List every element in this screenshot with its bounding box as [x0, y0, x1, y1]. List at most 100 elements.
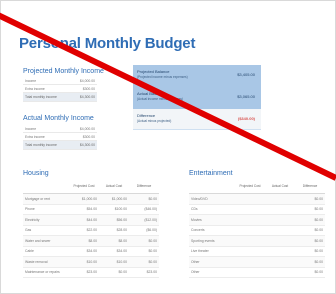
row-value: $1,000.00: [69, 193, 99, 205]
actual-income-heading: Actual Monthly Income: [23, 115, 94, 122]
row-label: CDs: [189, 204, 235, 215]
row-value: $4,000.00: [71, 125, 97, 134]
row-label: Water and sewer: [23, 235, 69, 247]
row-label: Electricity: [23, 214, 69, 226]
row-value: [235, 267, 265, 278]
table-row: Live theater $0.00: [189, 246, 325, 257]
row-value: ($12.00): [129, 214, 159, 226]
row-label: Maintenance or repairs: [23, 267, 69, 278]
actual-income-table: Income $4,000.00 Extra income $300.00 To…: [23, 125, 97, 150]
table-row: Income $4,000.00: [23, 125, 97, 134]
row-label: Gas: [23, 225, 69, 236]
row-value: $300.00: [71, 84, 97, 94]
row-value: ($46.00): [129, 204, 159, 215]
row-value: [235, 246, 265, 257]
entertainment-rows: Video/DVD $0.00 CDs $0.00 Movies $0.00 Concert…: [189, 193, 325, 278]
row-label: Other: [189, 256, 235, 268]
table-header-row: Projected Cost Actual Cost Difference: [189, 179, 325, 194]
row-value: $0.00: [295, 246, 325, 257]
row-value: $0.00: [295, 256, 325, 268]
table-row: Sporting events $0.00: [189, 235, 325, 247]
summary-value: $3,405.00: [237, 72, 255, 77]
row-value: ($6.00): [129, 225, 159, 236]
housing-table: Projected Cost Actual Cost Difference Mo…: [23, 179, 159, 278]
row-value: $0.00: [295, 204, 325, 215]
row-value: [265, 225, 295, 236]
row-value: $22.00: [69, 225, 99, 236]
difference-box: Difference (Actual minus projected) ($34…: [133, 109, 261, 130]
table-row: Cable $34.00 $34.00 $0.00: [23, 246, 159, 257]
row-value: [265, 256, 295, 268]
row-label: Video/DVD: [189, 193, 235, 205]
table-row: Other $0.00: [189, 267, 325, 278]
row-value: [235, 225, 265, 236]
total-row: Total monthly income $4,300.00: [23, 92, 97, 102]
row-value: [235, 193, 265, 205]
row-value: $0.00: [129, 235, 159, 247]
row-value: $300.00: [71, 132, 97, 142]
row-value: $8.00: [99, 235, 129, 247]
column-header: Projected Cost: [69, 179, 99, 194]
row-value: $10.00: [99, 256, 129, 268]
row-value: $8.00: [69, 235, 99, 247]
row-value: [235, 204, 265, 215]
row-value: [235, 256, 265, 268]
row-value: $56.00: [99, 214, 129, 226]
table-row: Gas $22.00 $28.00 ($6.00): [23, 225, 159, 236]
row-value: $23.00: [129, 267, 159, 278]
column-header: [23, 179, 69, 194]
page-title: Personal Monthly Budget: [19, 35, 196, 52]
row-value: $0.00: [295, 225, 325, 236]
row-value: $0.00: [295, 267, 325, 278]
table-row: CDs $0.00: [189, 204, 325, 215]
row-value: [235, 214, 265, 226]
summary-sublabel: (Actual income minus expenses): [137, 97, 184, 101]
row-label: Concerts: [189, 225, 235, 236]
row-label: Extra income: [23, 84, 72, 94]
row-value: [265, 193, 295, 205]
row-value: [265, 267, 295, 278]
table-row: Phone $54.00 $100.00 ($46.00): [23, 204, 159, 215]
budget-sheet: Personal Monthly Budget Projected Monthl…: [0, 0, 336, 294]
summary-label: Actual Balance: [137, 91, 164, 96]
housing-rows: Mortgage or rent $1,000.00 $1,000.00 $0.00 P…: [23, 193, 159, 278]
row-label: Phone: [23, 204, 69, 215]
housing-heading: Housing: [23, 170, 49, 177]
row-value: [265, 204, 295, 215]
row-label: Cable: [23, 246, 69, 257]
summary-sublabel: (Projected income minus expenses): [137, 75, 188, 79]
table-header-row: Projected Cost Actual Cost Difference: [23, 179, 159, 194]
table-row: Mortgage or rent $1,000.00 $1,000.00 $0.00: [23, 193, 159, 205]
row-value: $0.00: [295, 214, 325, 226]
row-value: $23.00: [69, 267, 99, 278]
row-label: Waste removal: [23, 256, 69, 268]
row-value: $4,000.00: [71, 77, 97, 86]
summary-label: Difference: [137, 113, 156, 118]
table-row: Extra income $300.00: [23, 84, 97, 94]
row-label: Live theater: [189, 246, 235, 257]
column-header: Projected Cost: [235, 179, 265, 194]
table-row: Water and sewer $8.00 $8.00 $0.00: [23, 235, 159, 247]
table-row: Concerts $0.00: [189, 225, 325, 236]
row-label: Movies: [189, 214, 235, 226]
row-value: [265, 246, 295, 257]
column-header: Difference: [129, 179, 159, 194]
projected-income-heading: Projected Monthly Income: [23, 68, 104, 75]
projected-income-table: Income $4,000.00 Extra income $300.00 To…: [23, 77, 97, 102]
summary-value: $3,065.00: [237, 94, 255, 99]
table-row: Extra income $300.00: [23, 132, 97, 142]
row-value: $34.00: [99, 246, 129, 257]
row-label: Income: [23, 125, 72, 134]
projected-balance-box: Projected Balance (Projected income minu…: [133, 65, 261, 88]
table-row: Waste removal $10.00 $10.00 $0.00: [23, 256, 159, 268]
column-header: Actual Cost: [265, 179, 295, 194]
table-row: Movies $0.00: [189, 214, 325, 226]
row-label: Mortgage or rent: [23, 193, 69, 205]
entertainment-heading: Entertainment: [189, 170, 233, 177]
row-value: $34.00: [69, 246, 99, 257]
total-row: Total monthly income $4,300.00: [23, 140, 97, 150]
row-label: Other: [189, 267, 235, 278]
row-label: Total monthly income: [23, 140, 72, 150]
table-row: Electricity $44.00 $56.00 ($12.00): [23, 214, 159, 226]
row-value: [265, 214, 295, 226]
